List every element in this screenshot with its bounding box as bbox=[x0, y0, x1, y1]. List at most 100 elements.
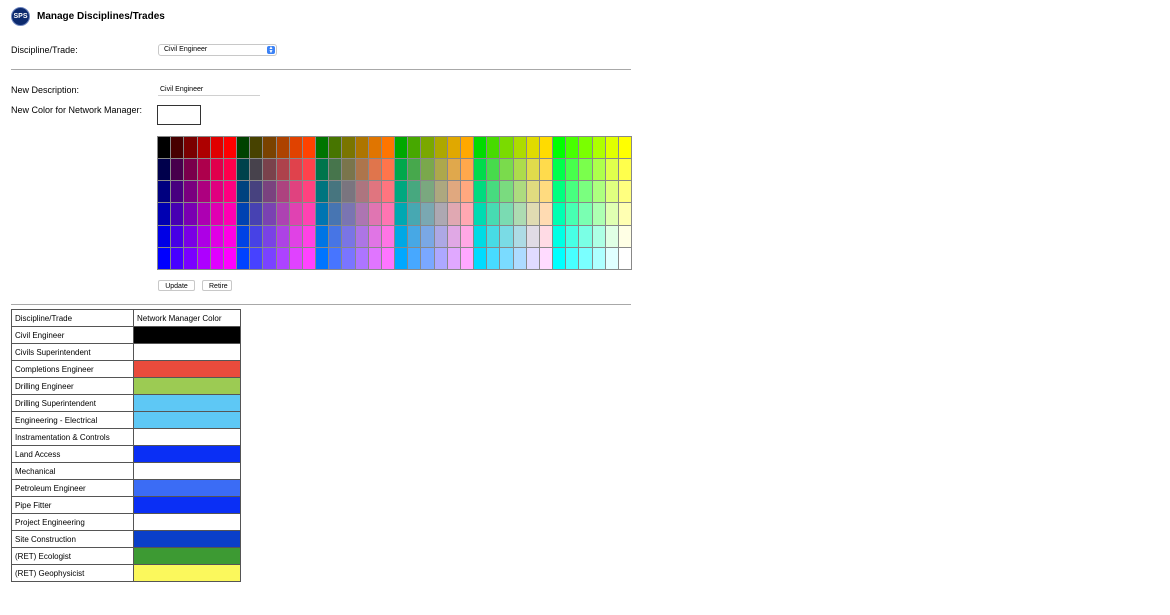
palette-swatch[interactable] bbox=[237, 225, 250, 247]
palette-swatch[interactable] bbox=[487, 159, 500, 181]
palette-swatch[interactable] bbox=[263, 203, 276, 225]
palette-swatch[interactable] bbox=[526, 247, 539, 269]
update-button[interactable]: Update bbox=[158, 280, 195, 291]
palette-swatch[interactable] bbox=[355, 247, 368, 269]
palette-swatch[interactable] bbox=[197, 159, 210, 181]
palette-swatch[interactable] bbox=[421, 181, 434, 203]
palette-swatch[interactable] bbox=[500, 247, 513, 269]
palette-swatch[interactable] bbox=[474, 137, 487, 159]
palette-swatch[interactable] bbox=[289, 137, 302, 159]
new-description-input[interactable]: Civil Engineer bbox=[158, 84, 260, 96]
color-palette[interactable] bbox=[157, 136, 632, 270]
palette-swatch[interactable] bbox=[355, 181, 368, 203]
palette-swatch[interactable] bbox=[618, 137, 631, 159]
table-row[interactable]: Drilling Superintendent bbox=[11, 394, 241, 412]
palette-swatch[interactable] bbox=[184, 225, 197, 247]
palette-swatch[interactable] bbox=[553, 203, 566, 225]
palette-swatch[interactable] bbox=[210, 159, 223, 181]
palette-swatch[interactable] bbox=[276, 159, 289, 181]
palette-swatch[interactable] bbox=[355, 159, 368, 181]
palette-swatch[interactable] bbox=[316, 247, 329, 269]
palette-swatch[interactable] bbox=[539, 137, 552, 159]
palette-swatch[interactable] bbox=[579, 247, 592, 269]
palette-swatch[interactable] bbox=[250, 159, 263, 181]
palette-swatch[interactable] bbox=[184, 159, 197, 181]
table-row[interactable]: Drilling Engineer bbox=[11, 377, 241, 395]
palette-swatch[interactable] bbox=[381, 159, 394, 181]
palette-swatch[interactable] bbox=[210, 247, 223, 269]
palette-swatch[interactable] bbox=[197, 225, 210, 247]
palette-swatch[interactable] bbox=[329, 159, 342, 181]
palette-swatch[interactable] bbox=[329, 137, 342, 159]
palette-swatch[interactable] bbox=[171, 247, 184, 269]
table-row[interactable]: Site Construction bbox=[11, 530, 241, 548]
palette-swatch[interactable] bbox=[250, 225, 263, 247]
palette-swatch[interactable] bbox=[408, 225, 421, 247]
palette-swatch[interactable] bbox=[592, 203, 605, 225]
palette-swatch[interactable] bbox=[223, 137, 236, 159]
palette-swatch[interactable] bbox=[539, 181, 552, 203]
table-row[interactable]: (RET) Geophysicist bbox=[11, 564, 241, 582]
palette-swatch[interactable] bbox=[434, 247, 447, 269]
palette-swatch[interactable] bbox=[592, 225, 605, 247]
palette-swatch[interactable] bbox=[539, 203, 552, 225]
palette-swatch[interactable] bbox=[197, 137, 210, 159]
palette-swatch[interactable] bbox=[618, 181, 631, 203]
table-row[interactable]: Project Engineering bbox=[11, 513, 241, 531]
palette-swatch[interactable] bbox=[276, 181, 289, 203]
palette-swatch[interactable] bbox=[223, 159, 236, 181]
palette-swatch[interactable] bbox=[302, 225, 315, 247]
palette-swatch[interactable] bbox=[487, 203, 500, 225]
palette-swatch[interactable] bbox=[460, 159, 473, 181]
palette-swatch[interactable] bbox=[434, 181, 447, 203]
palette-swatch[interactable] bbox=[395, 137, 408, 159]
palette-swatch[interactable] bbox=[289, 225, 302, 247]
palette-swatch[interactable] bbox=[460, 247, 473, 269]
palette-swatch[interactable] bbox=[553, 137, 566, 159]
palette-swatch[interactable] bbox=[408, 159, 421, 181]
palette-swatch[interactable] bbox=[171, 137, 184, 159]
palette-swatch[interactable] bbox=[171, 225, 184, 247]
palette-swatch[interactable] bbox=[355, 203, 368, 225]
palette-swatch[interactable] bbox=[342, 159, 355, 181]
palette-swatch[interactable] bbox=[474, 159, 487, 181]
palette-swatch[interactable] bbox=[447, 247, 460, 269]
discipline-select[interactable]: Civil Engineer ▲ ▼ bbox=[158, 44, 277, 56]
palette-swatch[interactable] bbox=[395, 181, 408, 203]
palette-swatch[interactable] bbox=[316, 137, 329, 159]
palette-swatch[interactable] bbox=[434, 159, 447, 181]
palette-swatch[interactable] bbox=[434, 203, 447, 225]
palette-swatch[interactable] bbox=[460, 181, 473, 203]
palette-swatch[interactable] bbox=[158, 137, 171, 159]
palette-swatch[interactable] bbox=[579, 225, 592, 247]
palette-swatch[interactable] bbox=[434, 225, 447, 247]
palette-swatch[interactable] bbox=[592, 159, 605, 181]
palette-swatch[interactable] bbox=[368, 203, 381, 225]
palette-swatch[interactable] bbox=[342, 181, 355, 203]
palette-swatch[interactable] bbox=[184, 247, 197, 269]
palette-swatch[interactable] bbox=[447, 203, 460, 225]
palette-swatch[interactable] bbox=[605, 247, 618, 269]
table-row[interactable]: Civils Superintendent bbox=[11, 343, 241, 361]
palette-swatch[interactable] bbox=[566, 203, 579, 225]
palette-swatch[interactable] bbox=[539, 159, 552, 181]
palette-swatch[interactable] bbox=[474, 181, 487, 203]
palette-swatch[interactable] bbox=[618, 203, 631, 225]
palette-swatch[interactable] bbox=[158, 203, 171, 225]
table-row[interactable]: Civil Engineer bbox=[11, 326, 241, 344]
palette-swatch[interactable] bbox=[263, 247, 276, 269]
palette-swatch[interactable] bbox=[237, 159, 250, 181]
palette-swatch[interactable] bbox=[355, 225, 368, 247]
palette-swatch[interactable] bbox=[566, 137, 579, 159]
palette-swatch[interactable] bbox=[526, 181, 539, 203]
palette-swatch[interactable] bbox=[408, 247, 421, 269]
palette-swatch[interactable] bbox=[421, 225, 434, 247]
palette-swatch[interactable] bbox=[553, 225, 566, 247]
palette-swatch[interactable] bbox=[579, 137, 592, 159]
palette-swatch[interactable] bbox=[579, 203, 592, 225]
palette-swatch[interactable] bbox=[158, 225, 171, 247]
palette-swatch[interactable] bbox=[592, 137, 605, 159]
palette-swatch[interactable] bbox=[434, 137, 447, 159]
palette-swatch[interactable] bbox=[342, 203, 355, 225]
palette-swatch[interactable] bbox=[487, 181, 500, 203]
